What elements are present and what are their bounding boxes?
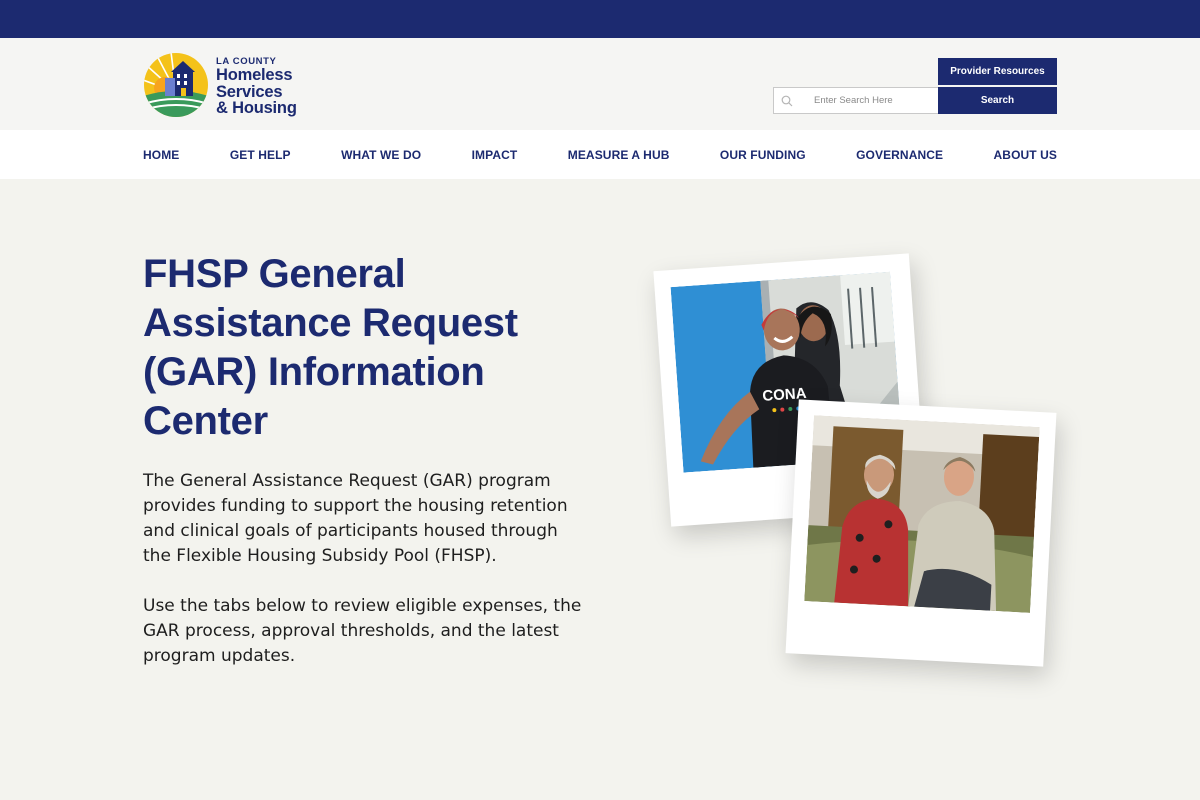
logo-wordmark: LA COUNTY Homeless Services & Housing (216, 56, 297, 117)
nav-item-governance[interactable]: GOVERNANCE (856, 148, 943, 162)
site-header: LA COUNTY Homeless Services & Housing Pr… (0, 38, 1200, 130)
intro-paragraph: The General Assistance Request (GAR) pro… (143, 471, 568, 566)
la-county-sun-house-logo-icon (144, 53, 208, 117)
logo-line-homeless: Homeless (216, 66, 293, 84)
logo-line-services: Services (216, 82, 283, 101)
nav-list: HOME GET HELP WHAT WE DO IMPACT MEASURE … (143, 130, 1057, 179)
provider-resources-button[interactable]: Provider Resources (938, 58, 1057, 85)
photo-two-men-on-bed (804, 415, 1040, 613)
nav-item-our-funding[interactable]: OUR FUNDING (720, 148, 806, 162)
photo-two-men-illustration (804, 415, 1040, 613)
search-box (773, 87, 938, 114)
search-button[interactable]: Search (938, 87, 1057, 114)
nav-item-get-help[interactable]: GET HELP (230, 148, 291, 162)
main-navigation: HOME GET HELP WHAT WE DO IMPACT MEASURE … (0, 130, 1200, 179)
polaroid-photo-men (785, 399, 1057, 667)
nav-item-impact[interactable]: IMPACT (472, 148, 518, 162)
nav-item-what-we-do[interactable]: WHAT WE DO (341, 148, 421, 162)
top-utility-bar (0, 0, 1200, 38)
page-title: FHSP General Assistance Request (GAR) In… (143, 252, 518, 443)
instructions-paragraph: Use the tabs below to review eligible ex… (143, 596, 582, 666)
search-input[interactable] (802, 88, 932, 113)
nav-item-measure-a-hub[interactable]: MEASURE A HUB (568, 148, 670, 162)
nav-item-about-us[interactable]: ABOUT US (994, 148, 1057, 162)
nav-item-home[interactable]: HOME (143, 148, 179, 162)
site-logo[interactable]: LA COUNTY Homeless Services & Housing (143, 52, 313, 120)
search-icon (781, 95, 793, 107)
logo-line-housing: & Housing (216, 99, 297, 117)
